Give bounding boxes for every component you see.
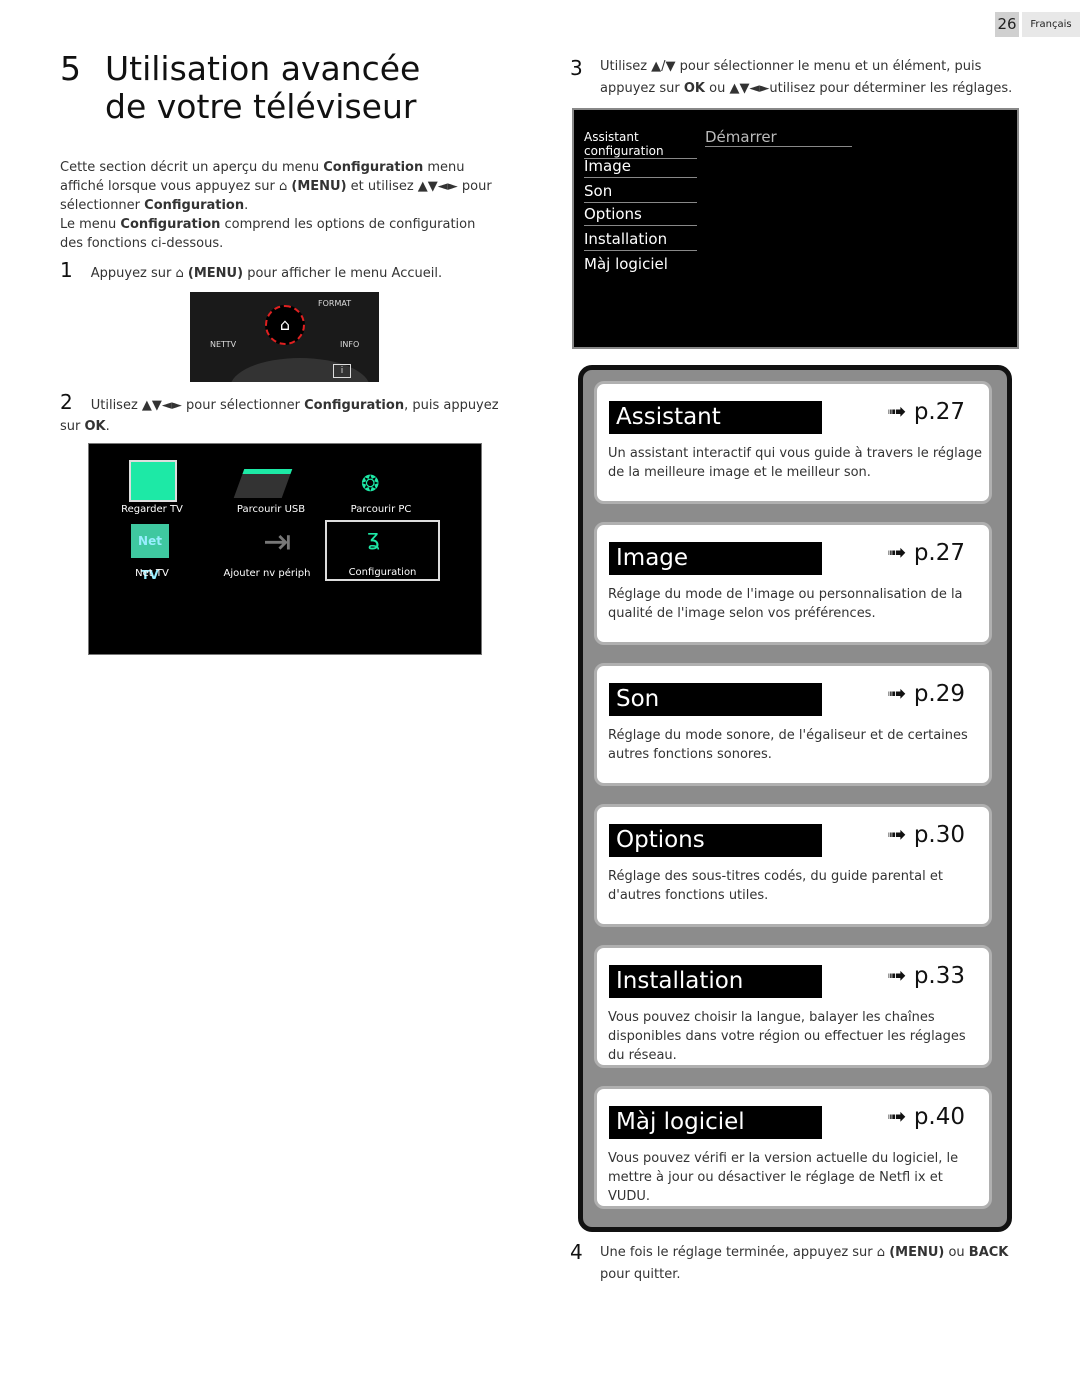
tv-icon <box>129 460 177 502</box>
arrow-icon: ➟ <box>887 399 907 425</box>
step-4: 4 Une fois le réglage terminée, appuyez s… <box>570 1240 1009 1282</box>
arrow-icon: ➟ <box>887 822 907 848</box>
card-image: Image ➟ p.27 Réglage du mode de l'image ou… <box>594 522 992 645</box>
setup-menu-item[interactable]: Son <box>584 180 697 203</box>
pc-icon: ❂ <box>361 472 380 497</box>
home-item-watch-tv[interactable]: Regarder TV <box>97 504 207 515</box>
configuration-icon: ʓ <box>367 526 380 551</box>
manual-page: 26 Français 5 Utilisation avancée de votr… <box>0 0 1080 1397</box>
language-tab: Français <box>1022 12 1080 37</box>
home-item-configuration[interactable]: ʓ Configuration <box>325 520 440 581</box>
home-item-usb[interactable]: Parcourir USB <box>216 504 326 515</box>
setup-menu-item[interactable]: Options <box>584 203 697 226</box>
card-sound: Son ➟ p.29 Réglage du mode sonore, de l'ég… <box>594 663 992 786</box>
home-icon: ⌂ <box>175 266 184 281</box>
arrow-icon: ➟ <box>887 681 907 707</box>
settings-overview: Assistant configuration ➟ p.27 Un assistan… <box>578 365 1012 1232</box>
page-number: 26 <box>995 12 1019 37</box>
card-options: Options ➟ p.30 Réglage des sous-titres cod… <box>594 804 992 927</box>
setup-menu-screen: Assistant configuration Démarrer Image S… <box>572 108 1019 349</box>
card-installation: Installation ➟ p.33 Vous pouvez choisir la… <box>594 945 992 1068</box>
arrow-icon: ➟ <box>887 540 907 566</box>
add-device-icon: ⇥ <box>263 522 292 562</box>
step-3: 3 Utilisez ▲/▼ pour sélectionner le menu … <box>570 56 1013 96</box>
arrow-icon: ➟ <box>887 1104 907 1130</box>
nettv-icon: Net TV <box>131 524 169 582</box>
intro-text: Cette section décrit un aperçu du menu C… <box>60 160 492 251</box>
step-2: 2 Utilisez ▲▼◄► pour sélectionner Configu… <box>60 390 499 434</box>
remote-image: ⌂ FORMAT NETTV INFO i <box>190 292 379 382</box>
home-menu-screen: Regarder TV Parcourir USB ❂ Parcourir PC… <box>88 443 482 655</box>
card-assistant: Assistant configuration ➟ p.27 Un assistan… <box>594 381 992 504</box>
setup-menu-value[interactable]: Démarrer <box>705 128 852 147</box>
step-1: 1 Appuyez sur ⌂ (MENU) pour afficher le m… <box>60 258 443 282</box>
info-icon: i <box>333 364 351 378</box>
home-item-add-device[interactable]: Ajouter nv périph <box>212 568 322 579</box>
home-icon: ⌂ <box>876 1245 886 1260</box>
arrow-icon: ➟ <box>887 963 907 989</box>
setup-menu-item[interactable]: Installation <box>584 228 697 251</box>
home-item-nettv[interactable]: Net TV <box>97 568 207 579</box>
setup-menu-item[interactable]: Màj logiciel <box>584 253 697 275</box>
home-item-pc[interactable]: Parcourir PC <box>326 504 436 515</box>
card-software-update: Màj logiciel ➟ p.40 Vous pouvez vérifi er … <box>594 1086 992 1209</box>
usb-icon <box>233 469 293 498</box>
setup-menu-item[interactable]: Image <box>584 155 697 178</box>
home-button-icon: ⌂ <box>265 305 305 345</box>
home-icon: ⌂ <box>279 179 288 194</box>
page-title: 5 Utilisation avancée de votre téléviseur <box>60 49 421 126</box>
